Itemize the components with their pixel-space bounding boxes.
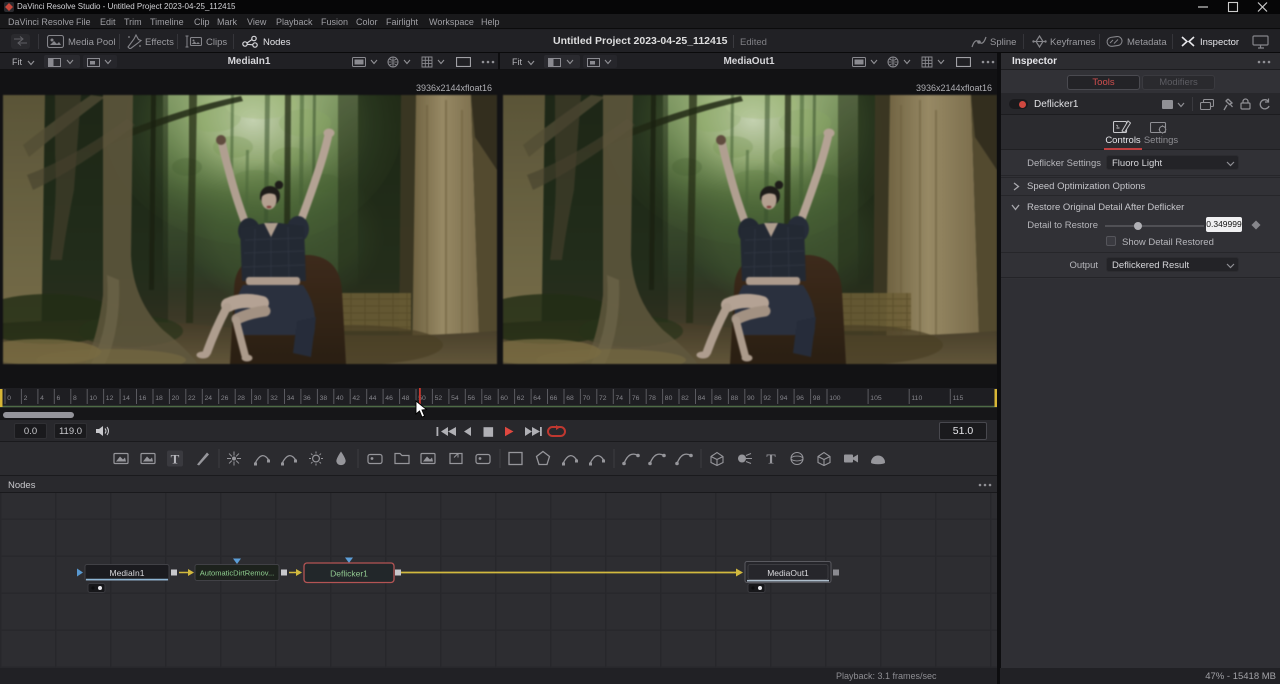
svg-text:78: 78 <box>648 395 656 402</box>
svg-text:64: 64 <box>533 395 541 402</box>
svg-text:8: 8 <box>73 395 77 402</box>
svg-text:92: 92 <box>763 395 771 402</box>
svg-text:T: T <box>766 453 776 468</box>
svg-text:40: 40 <box>336 395 344 402</box>
svg-text:70: 70 <box>583 395 591 402</box>
svg-text:105: 105 <box>870 395 882 402</box>
svg-text:10: 10 <box>89 395 97 402</box>
svg-text:48: 48 <box>402 395 410 402</box>
svg-text:Deflicker1: Deflicker1 <box>330 569 368 579</box>
svg-text:72: 72 <box>599 395 607 402</box>
svg-text:12: 12 <box>106 395 114 402</box>
svg-text:44: 44 <box>369 395 377 402</box>
svg-text:20: 20 <box>172 395 180 402</box>
svg-text:54: 54 <box>451 395 459 402</box>
svg-text:98: 98 <box>813 395 821 402</box>
svg-text:62: 62 <box>517 395 525 402</box>
svg-text:2: 2 <box>24 395 28 402</box>
svg-text:34: 34 <box>287 395 295 402</box>
svg-text:T: T <box>171 452 180 467</box>
svg-text:80: 80 <box>665 395 673 402</box>
svg-text:0: 0 <box>7 395 11 402</box>
svg-text:76: 76 <box>632 395 640 402</box>
svg-text:52: 52 <box>435 395 443 402</box>
svg-text:46: 46 <box>385 395 393 402</box>
svg-text:42: 42 <box>352 395 360 402</box>
svg-text:MediaOut1: MediaOut1 <box>767 568 809 578</box>
svg-text:24: 24 <box>205 395 213 402</box>
svg-text:MediaIn1: MediaIn1 <box>110 568 145 578</box>
svg-text:16: 16 <box>139 395 147 402</box>
svg-text:AutomaticDirtRemov...: AutomaticDirtRemov... <box>200 569 274 578</box>
svg-text:88: 88 <box>731 395 739 402</box>
svg-text:6: 6 <box>57 395 61 402</box>
svg-text:86: 86 <box>714 395 722 402</box>
svg-text:18: 18 <box>155 395 163 402</box>
svg-text:36: 36 <box>303 395 311 402</box>
svg-text:84: 84 <box>698 395 706 402</box>
svg-text:66: 66 <box>550 395 558 402</box>
svg-text:100: 100 <box>829 395 841 402</box>
svg-text:56: 56 <box>468 395 476 402</box>
svg-text:30: 30 <box>254 395 262 402</box>
svg-text:74: 74 <box>616 395 624 402</box>
svg-text:14: 14 <box>122 395 130 402</box>
svg-text:90: 90 <box>747 395 755 402</box>
svg-text:58: 58 <box>484 395 492 402</box>
svg-text:28: 28 <box>237 395 245 402</box>
svg-text:26: 26 <box>221 395 229 402</box>
svg-text:96: 96 <box>796 395 804 402</box>
svg-text:94: 94 <box>780 395 788 402</box>
svg-text:4: 4 <box>40 395 44 402</box>
svg-text:115: 115 <box>953 395 964 402</box>
svg-text:60: 60 <box>500 395 508 402</box>
svg-text:22: 22 <box>188 395 196 402</box>
svg-text:110: 110 <box>911 395 922 402</box>
svg-text:68: 68 <box>566 395 574 402</box>
svg-text:32: 32 <box>270 395 278 402</box>
svg-text:38: 38 <box>320 395 328 402</box>
svg-text:82: 82 <box>681 395 689 402</box>
